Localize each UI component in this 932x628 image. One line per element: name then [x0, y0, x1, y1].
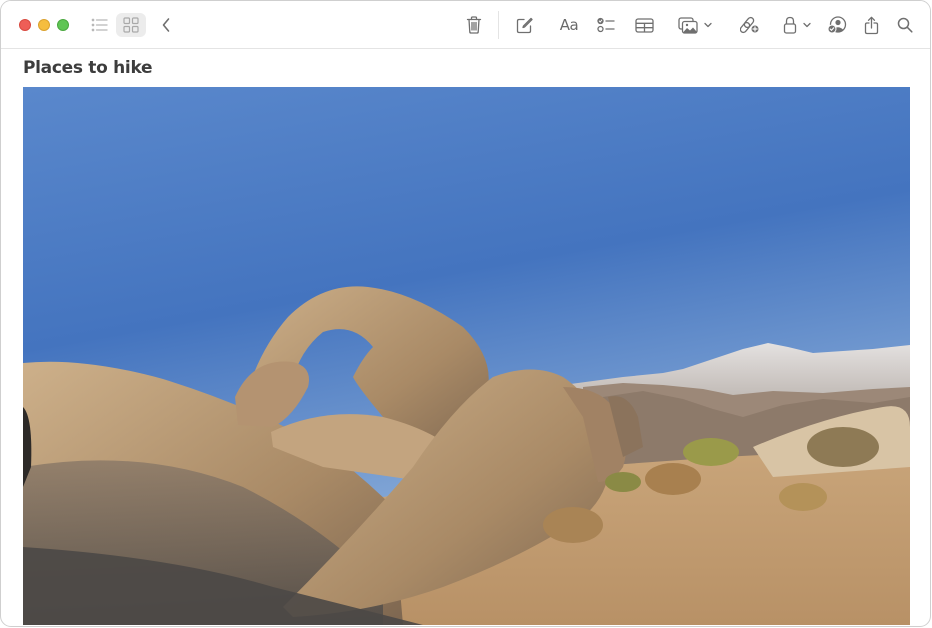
list-view-button[interactable]	[88, 13, 112, 37]
chevron-down-icon	[704, 22, 712, 28]
trash-icon	[466, 16, 482, 34]
note-title[interactable]: Places to hike	[23, 58, 153, 78]
toolbar: Aa	[1, 1, 930, 49]
notes-window: Aa Places to hike	[0, 0, 931, 627]
search-button[interactable]	[895, 13, 915, 37]
landscape-photo	[23, 87, 910, 625]
lock-button[interactable]	[781, 13, 813, 37]
minimize-window-button[interactable]	[38, 19, 50, 31]
format-button[interactable]: Aa	[556, 13, 582, 37]
list-icon	[91, 18, 109, 32]
toolbar-divider	[498, 11, 499, 39]
gallery-view-button[interactable]	[116, 13, 146, 37]
close-window-button[interactable]	[19, 19, 31, 31]
share-icon	[864, 16, 879, 35]
link-button[interactable]	[739, 13, 761, 37]
media-button[interactable]	[677, 13, 713, 37]
photo-icon	[678, 16, 698, 34]
compose-icon	[516, 17, 533, 34]
lock-icon	[783, 16, 797, 34]
checklist-icon	[597, 17, 615, 33]
text-format-icon: Aa	[559, 16, 579, 34]
table-button[interactable]	[633, 13, 655, 37]
collaborate-button[interactable]	[826, 13, 848, 37]
checklist-button[interactable]	[595, 13, 617, 37]
photo-attachment[interactable]	[23, 87, 910, 625]
zoom-window-button[interactable]	[57, 19, 69, 31]
search-icon	[897, 17, 913, 33]
share-button[interactable]	[861, 13, 881, 37]
new-note-button[interactable]	[513, 13, 535, 37]
link-icon	[740, 16, 760, 34]
grid-icon	[123, 17, 139, 33]
delete-button[interactable]	[463, 13, 485, 37]
collaborate-icon	[827, 16, 847, 34]
chevron-left-icon	[161, 17, 171, 33]
chevron-down-icon	[803, 22, 811, 28]
table-icon	[634, 17, 654, 33]
back-button[interactable]	[157, 13, 175, 37]
